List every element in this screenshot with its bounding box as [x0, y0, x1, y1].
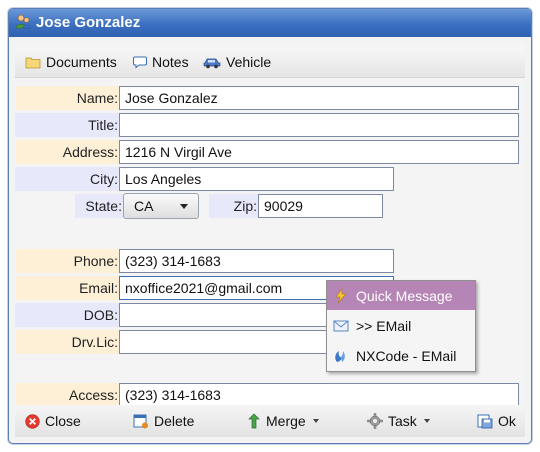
title-field[interactable] [119, 113, 519, 137]
name-label: Name: [15, 86, 119, 110]
menu-item-nxcode-email[interactable]: NXCode - EMail [327, 341, 475, 370]
merge-dropdown-icon [312, 419, 319, 423]
gear-icon [367, 413, 383, 429]
menu-item-label: >> EMail [356, 317, 412, 334]
email-context-menu: Quick Message >> EMail NXCode - EMail [326, 280, 476, 372]
envelope-icon [333, 320, 349, 331]
car-icon [203, 58, 221, 69]
city-field[interactable]: Los Angeles [119, 167, 394, 191]
state-select[interactable]: CA [123, 193, 199, 219]
lightning-icon [335, 287, 347, 303]
state-value: CA [134, 198, 154, 214]
documents-button[interactable]: Documents [25, 54, 117, 70]
dropdown-arrow-icon [180, 204, 188, 209]
title-bar[interactable]: Jose Gonzalez [9, 9, 531, 37]
delete-button[interactable]: Delete [133, 413, 194, 429]
zip-field[interactable]: 90029 [258, 194, 383, 218]
dob-label: DOB: [15, 303, 119, 327]
name-field[interactable]: Jose Gonzalez [119, 86, 519, 110]
merge-label: Merge [266, 413, 306, 429]
delete-label: Delete [154, 413, 195, 429]
notes-label: Notes [152, 54, 189, 70]
email-label: Email: [15, 276, 119, 300]
task-label: Task [388, 413, 417, 429]
speech-bubble-icon [133, 56, 147, 69]
address-field[interactable]: 1216 N Virgil Ave [119, 140, 519, 164]
menu-item-label: Quick Message [356, 287, 453, 304]
documents-label: Documents [46, 54, 117, 70]
address-label: Address: [15, 140, 119, 164]
top-toolbar: Documents Notes Vehicle [15, 47, 525, 78]
merge-icon [248, 413, 260, 429]
user-icon [15, 14, 31, 29]
access-field[interactable]: (323) 314-1683 [119, 383, 519, 407]
menu-item-quick-message[interactable]: Quick Message [327, 281, 475, 310]
close-icon [25, 413, 40, 429]
city-label: City: [15, 167, 119, 191]
delete-icon [133, 414, 148, 428]
merge-button[interactable]: Merge [247, 413, 319, 429]
menu-item-email[interactable]: >> EMail [327, 311, 475, 340]
access-label: Access: [15, 383, 119, 407]
nxcode-icon [335, 350, 345, 362]
close-label: Close [45, 413, 81, 429]
zip-label: Zip: [209, 194, 258, 218]
window-title: Jose Gonzalez [36, 14, 141, 31]
phone-field[interactable]: (323) 314-1683 [119, 249, 394, 273]
notes-button[interactable]: Notes [133, 54, 189, 70]
state-label: State: [75, 194, 123, 218]
task-button[interactable]: Task [367, 413, 430, 429]
menu-item-label: NXCode - EMail [356, 347, 457, 364]
save-icon [477, 414, 493, 429]
phone-label: Phone: [15, 249, 119, 273]
form-panel: Documents Notes Vehicle Name: Jose Gonza… [15, 43, 525, 437]
close-button[interactable]: Close [25, 413, 81, 429]
bottom-toolbar: Close Delete Merge Task Ok [15, 405, 525, 437]
ok-button[interactable]: Ok [477, 413, 516, 429]
vehicle-label: Vehicle [226, 54, 272, 70]
title-label: Title: [15, 113, 119, 137]
drvlic-label: Drv.Lic: [15, 330, 119, 354]
vehicle-button[interactable]: Vehicle [203, 54, 271, 70]
contact-window: Jose Gonzalez Documents Notes Vehicle Na… [8, 8, 532, 444]
ok-label: Ok [498, 413, 516, 429]
folder-icon [25, 57, 41, 69]
task-dropdown-icon [423, 419, 430, 423]
